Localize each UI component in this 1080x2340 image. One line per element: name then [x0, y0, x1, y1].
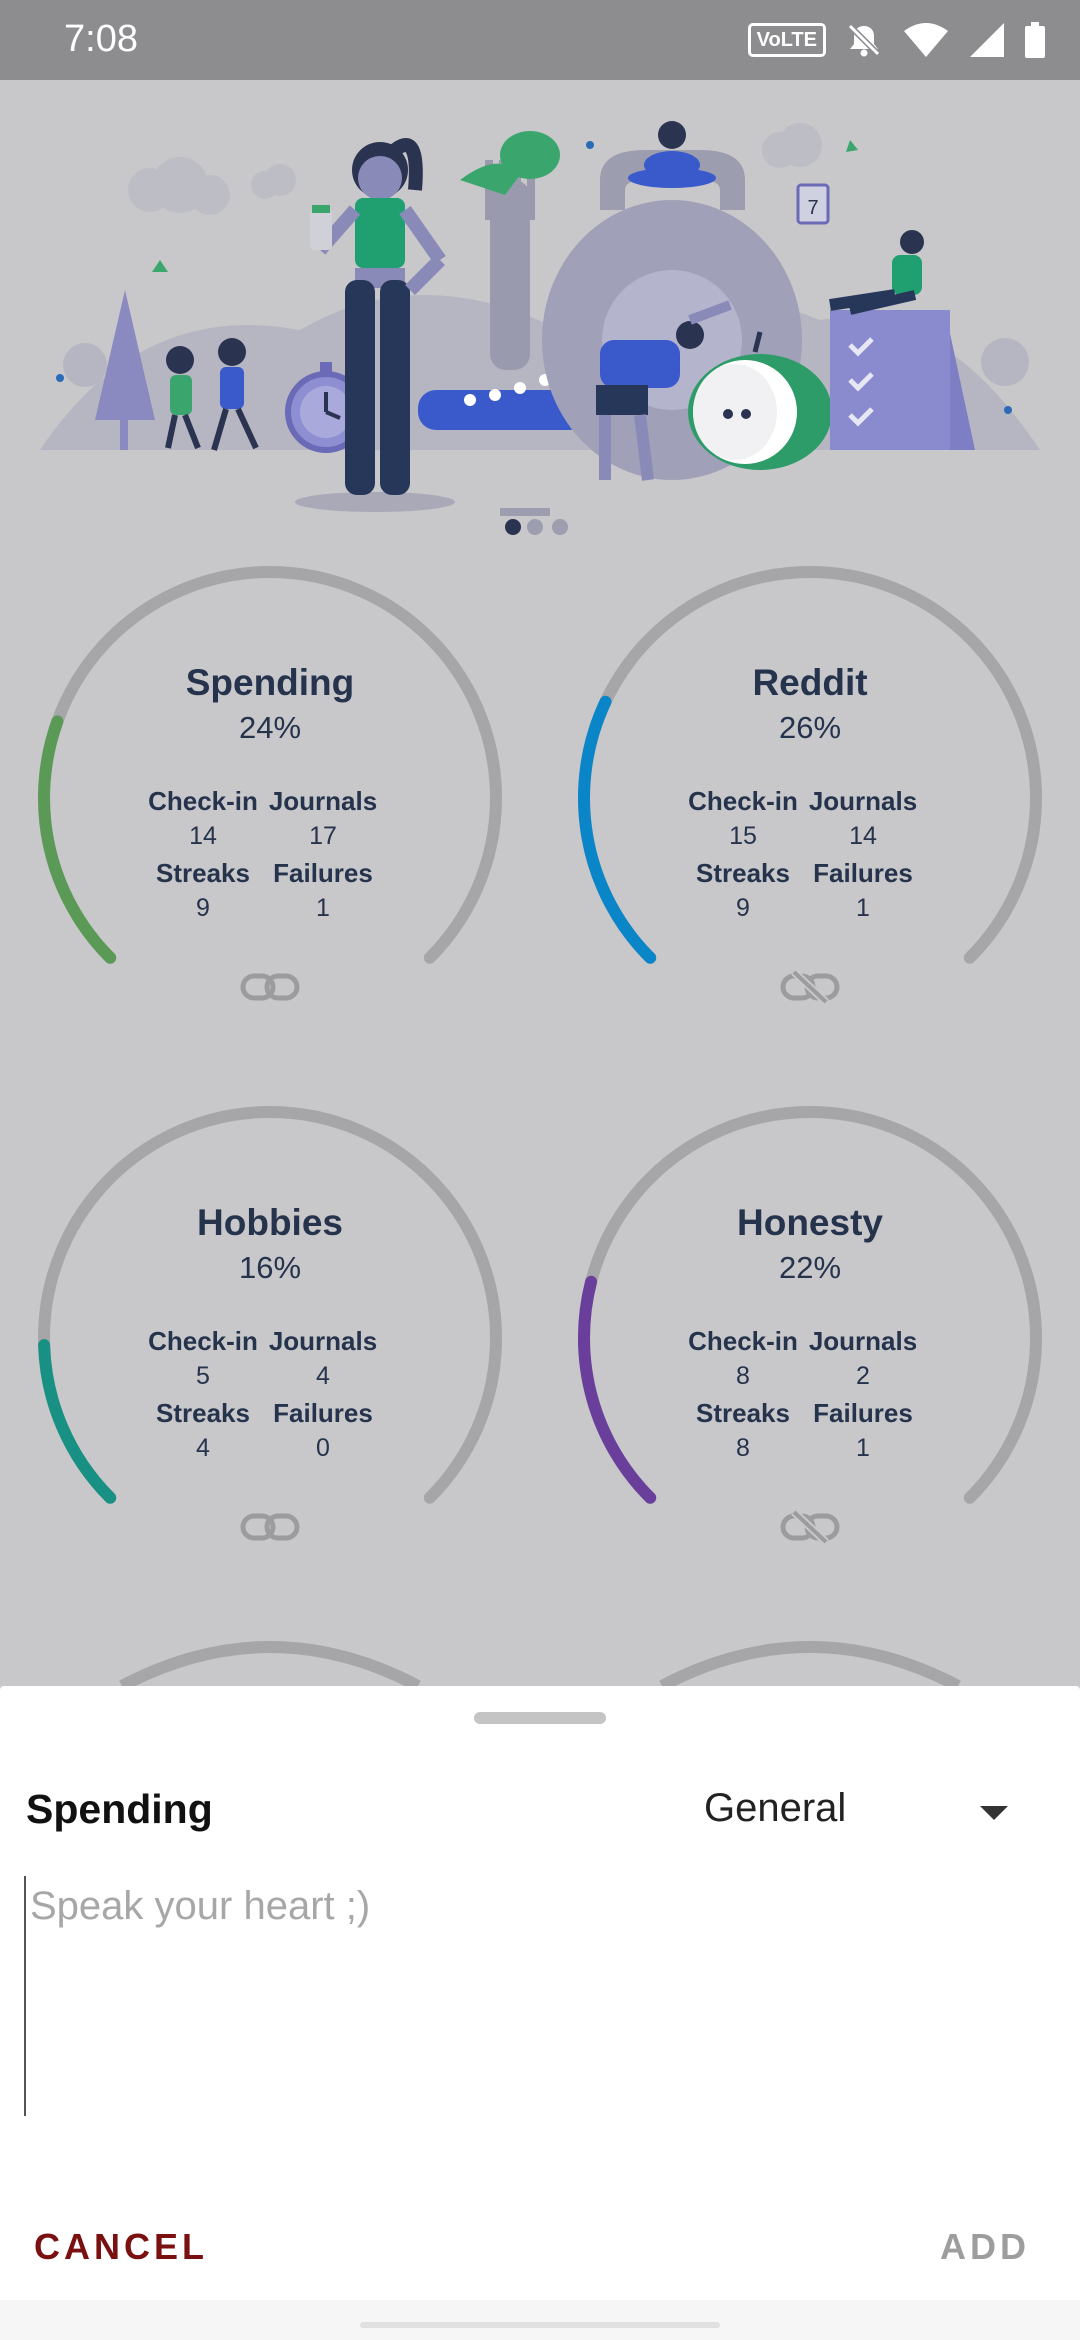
streaks-label: Streaks	[696, 1398, 790, 1428]
sheet-drag-handle[interactable]	[474, 1712, 606, 1724]
journals-value: 17	[309, 822, 337, 850]
signal-icon	[970, 23, 1004, 57]
wifi-icon	[904, 23, 948, 57]
checkin-value: 14	[189, 822, 217, 850]
goal-percent: 24%	[238, 710, 302, 745]
journals-value: 2	[856, 1362, 870, 1390]
checkin-value: 15	[729, 822, 757, 850]
failures-label: Failures	[273, 1398, 373, 1428]
journals-value: 4	[316, 1362, 330, 1390]
checkin-label: Check-in	[688, 786, 798, 816]
goal-percent: 16%	[238, 1250, 302, 1285]
goal-percent: 22%	[778, 1250, 842, 1285]
checkin-label: Check-in	[148, 786, 258, 816]
journals-label: Journals	[808, 786, 918, 816]
checkin-value: 8	[736, 1362, 750, 1390]
progress-ring-partial	[659, 1641, 961, 1686]
status-time: 7:08	[64, 18, 138, 60]
goal-card-honesty[interactable]: Honesty 22% Check-in 8 Journals 2 Streaks 8 Fail…	[570, 1098, 1050, 1578]
goal-percent: 26%	[778, 710, 842, 745]
progress-ring-partial	[119, 1641, 421, 1686]
link-off-icon[interactable]	[780, 1510, 840, 1544]
failures-label: Failures	[813, 1398, 913, 1428]
status-icons: VoLTE	[747, 20, 1046, 60]
status-bar: 7:08 VoLTE	[0, 0, 1080, 80]
goal-title: Honesty	[737, 1202, 883, 1243]
link-icon[interactable]	[240, 1510, 300, 1544]
failures-label: Failures	[813, 858, 913, 888]
cancel-button[interactable]: CANCEL	[34, 2226, 208, 2268]
streaks-value: 8	[736, 1434, 750, 1462]
goal-title: Hobbies	[197, 1202, 343, 1243]
goal-title: Reddit	[752, 662, 868, 703]
link-off-icon[interactable]	[780, 970, 840, 1004]
fitness-illustration: 7	[40, 121, 1040, 535]
streaks-value: 4	[196, 1434, 210, 1462]
failures-value: 0	[316, 1434, 330, 1462]
goal-title: Spending	[185, 662, 355, 703]
dropdown-arrow-icon	[980, 1806, 1008, 1820]
checkin-label: Check-in	[688, 1326, 798, 1356]
goal-card-reddit[interactable]: Reddit 26% Check-in 15 Journals 14 Streaks 9 Fai…	[570, 558, 1050, 1038]
gesture-handle[interactable]	[360, 2322, 720, 2328]
add-journal-sheet: Spending General CANCEL ADD	[0, 1686, 1080, 2340]
sheet-goal-title: Spending	[26, 1786, 213, 1832]
streaks-value: 9	[736, 894, 750, 922]
failures-value: 1	[316, 894, 330, 922]
category-dropdown[interactable]: General	[700, 1780, 1020, 1844]
journals-label: Journals	[268, 1326, 378, 1356]
streaks-value: 9	[196, 894, 210, 922]
streaks-label: Streaks	[156, 1398, 250, 1428]
battery-icon	[1025, 22, 1045, 58]
journals-label: Journals	[268, 786, 378, 816]
goal-card-hobbies[interactable]: Hobbies 16% Check-in 5 Journals 4 Streaks 4 Fail…	[30, 1098, 510, 1578]
progress-arc	[578, 1275, 657, 1504]
failures-label: Failures	[273, 858, 373, 888]
streaks-label: Streaks	[156, 858, 250, 888]
progress-arc	[38, 1339, 117, 1504]
mute-icon	[847, 23, 881, 57]
failures-value: 1	[856, 1434, 870, 1462]
add-button[interactable]: ADD	[940, 2226, 1030, 2268]
journals-label: Journals	[808, 1326, 918, 1356]
streaks-label: Streaks	[696, 858, 790, 888]
volte-icon: VoLTE	[747, 23, 826, 57]
journal-input[interactable]	[24, 1876, 1050, 2116]
gesture-navigation-bar	[0, 2300, 1080, 2340]
checkin-value: 5	[196, 1362, 210, 1390]
goal-card-spending[interactable]: Spending 24% Check-in 14 Journals 17 Streaks 9 F…	[30, 558, 510, 1038]
failures-value: 1	[856, 894, 870, 922]
checkin-label: Check-in	[148, 1326, 258, 1356]
category-dropdown-value: General	[704, 1786, 847, 1830]
journals-value: 14	[849, 822, 877, 850]
progress-arc	[38, 715, 117, 964]
link-icon[interactable]	[240, 970, 300, 1004]
svg-text:7: 7	[807, 197, 818, 219]
